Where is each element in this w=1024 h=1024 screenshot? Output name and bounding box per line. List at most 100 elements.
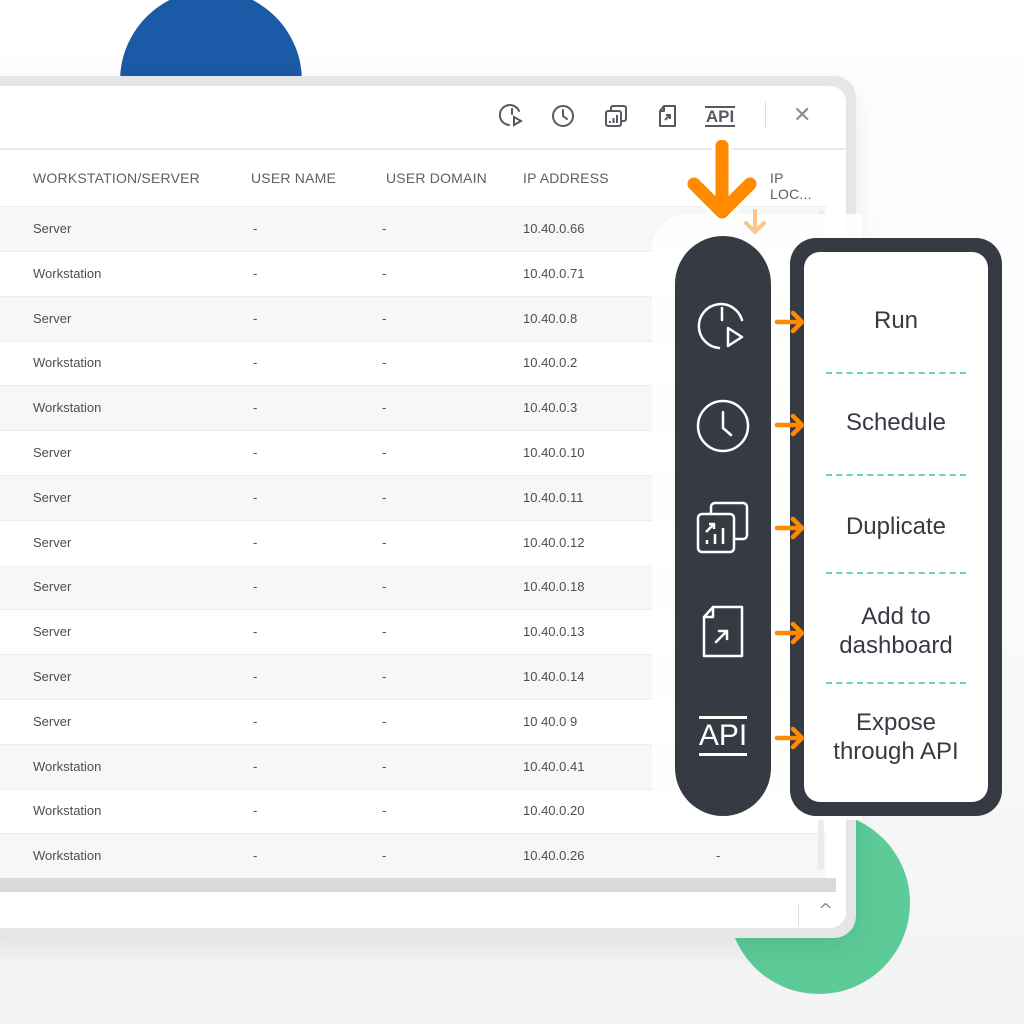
api-icon[interactable]: API [702, 102, 738, 130]
action-label-run[interactable]: Run [804, 306, 988, 335]
action-label-expose-api[interactable]: Expose through API [804, 708, 988, 766]
cell-domain: - [382, 355, 387, 371]
cell-type: Server [33, 489, 72, 505]
duplicate-icon[interactable] [695, 500, 751, 556]
cell-ip: 10.40.0.41 [523, 758, 585, 774]
action-label-duplicate[interactable]: Duplicate [804, 512, 988, 541]
cell-ip: 10.40.0.3 [523, 400, 578, 416]
cell-ip: 10.40.0.13 [523, 624, 585, 640]
cell-type: Server [33, 221, 72, 236]
arrow-right-icon [774, 621, 805, 645]
run-icon[interactable] [498, 102, 526, 130]
cell-type: Server [33, 713, 72, 729]
cell-user: - [253, 265, 258, 281]
cell-domain: - [382, 579, 387, 595]
schedule-icon[interactable] [549, 102, 577, 130]
cell-domain: - [382, 265, 387, 281]
cell-domain: - [382, 713, 387, 729]
divider [826, 474, 966, 476]
action-label-schedule[interactable]: Schedule [804, 408, 988, 437]
cell-domain: - [382, 758, 387, 774]
column-header[interactable]: IP ADDRESS [523, 170, 609, 186]
close-icon[interactable]: ✕ [793, 103, 811, 128]
arrow-right-icon [774, 726, 805, 750]
cell-type: Server [33, 624, 72, 640]
table-row[interactable]: Workstation - - 10.40.0.26 - [0, 834, 826, 880]
schedule-icon[interactable] [695, 398, 751, 454]
cell-user: - [253, 579, 258, 595]
cell-domain: - [382, 221, 387, 236]
actions-icon-bar: API [675, 236, 771, 816]
cell-user: - [253, 400, 258, 416]
divider [826, 572, 966, 574]
toolbar-separator [765, 102, 766, 128]
cell-domain: - [382, 669, 387, 684]
column-header[interactable]: USER NAME [251, 170, 336, 186]
chevron-up-icon[interactable]: ^ [818, 900, 833, 921]
cell-type: Workstation [33, 265, 102, 281]
cell-domain: - [382, 489, 387, 505]
cell-domain: - [382, 534, 387, 550]
run-icon[interactable] [695, 298, 751, 354]
cell-domain: - [382, 803, 387, 819]
divider [826, 682, 966, 684]
cell-ip: 10.40.0.8 [523, 310, 578, 326]
cell-user: - [253, 713, 258, 729]
cell-type: Workstation [33, 355, 102, 371]
cell-user: - [253, 445, 258, 460]
window-footer: ^ [0, 892, 846, 928]
cell-type: Server [33, 534, 72, 550]
cell-user: - [253, 489, 258, 505]
cell-user: - [253, 803, 258, 819]
cell-user: - [253, 310, 258, 326]
arrow-right-icon [774, 310, 805, 334]
cell-ip: 10.40.0.26 [523, 848, 585, 864]
column-header[interactable]: WORKSTATION/SERVER [33, 170, 200, 186]
cell-ip: 10 40.0 9 [523, 713, 578, 729]
cell-domain: - [382, 445, 387, 460]
cell-ip: 10.40.0.10 [523, 445, 585, 460]
cell-domain: - [382, 624, 387, 640]
cell-domain: - [382, 310, 387, 326]
cell-ip: 10.40.0.66 [523, 221, 585, 236]
cell-type: Server [33, 445, 72, 460]
arrow-right-icon [774, 516, 805, 540]
cell-domain: - [382, 848, 387, 864]
cell-ip: 10.40.0.12 [523, 534, 585, 550]
footer-separator [798, 904, 799, 926]
cell-ip: 10.40.0.11 [523, 489, 584, 505]
cell-type: Workstation [33, 848, 102, 864]
cell-ip: 10.40.0.71 [523, 265, 585, 281]
cell-domain: - [382, 400, 387, 416]
cell-user: - [253, 221, 258, 236]
cell-ip: 10.40.0.14 [523, 669, 585, 684]
cell-user: - [253, 624, 258, 640]
api-icon[interactable]: API [695, 708, 751, 764]
cell-user: - [253, 534, 258, 550]
actions-card: Run Schedule Duplicate Add to dashboard … [790, 238, 1002, 816]
add-to-dashboard-icon[interactable] [695, 604, 751, 660]
cell-ip: 10.40.0.18 [523, 579, 585, 595]
cell-type: Server [33, 669, 72, 684]
cell-type: Workstation [33, 803, 102, 819]
horizontal-scrollbar[interactable] [0, 878, 836, 892]
cell-ip: 10.40.0.2 [523, 355, 578, 371]
cell-type: Server [33, 579, 72, 595]
action-label-add-to-dashboard[interactable]: Add to dashboard [804, 602, 988, 660]
arrow-right-icon [774, 413, 805, 437]
cell-user: - [253, 669, 258, 684]
column-header[interactable]: USER DOMAIN [386, 170, 487, 186]
arrow-down-small-icon [744, 209, 766, 234]
cell-type: Workstation [33, 758, 102, 774]
cell-ip: 10.40.0.20 [523, 803, 585, 819]
add-to-dashboard-icon[interactable] [654, 102, 682, 130]
cell-type: Workstation [33, 400, 102, 416]
divider [826, 372, 966, 374]
cell-user: - [253, 848, 258, 864]
cell-user: - [253, 758, 258, 774]
cell-user: - [253, 355, 258, 371]
duplicate-icon[interactable] [602, 102, 630, 130]
cell-type: Server [33, 310, 72, 326]
column-header[interactable]: IP LOC... [770, 170, 826, 202]
cell-loc: - [716, 848, 721, 864]
